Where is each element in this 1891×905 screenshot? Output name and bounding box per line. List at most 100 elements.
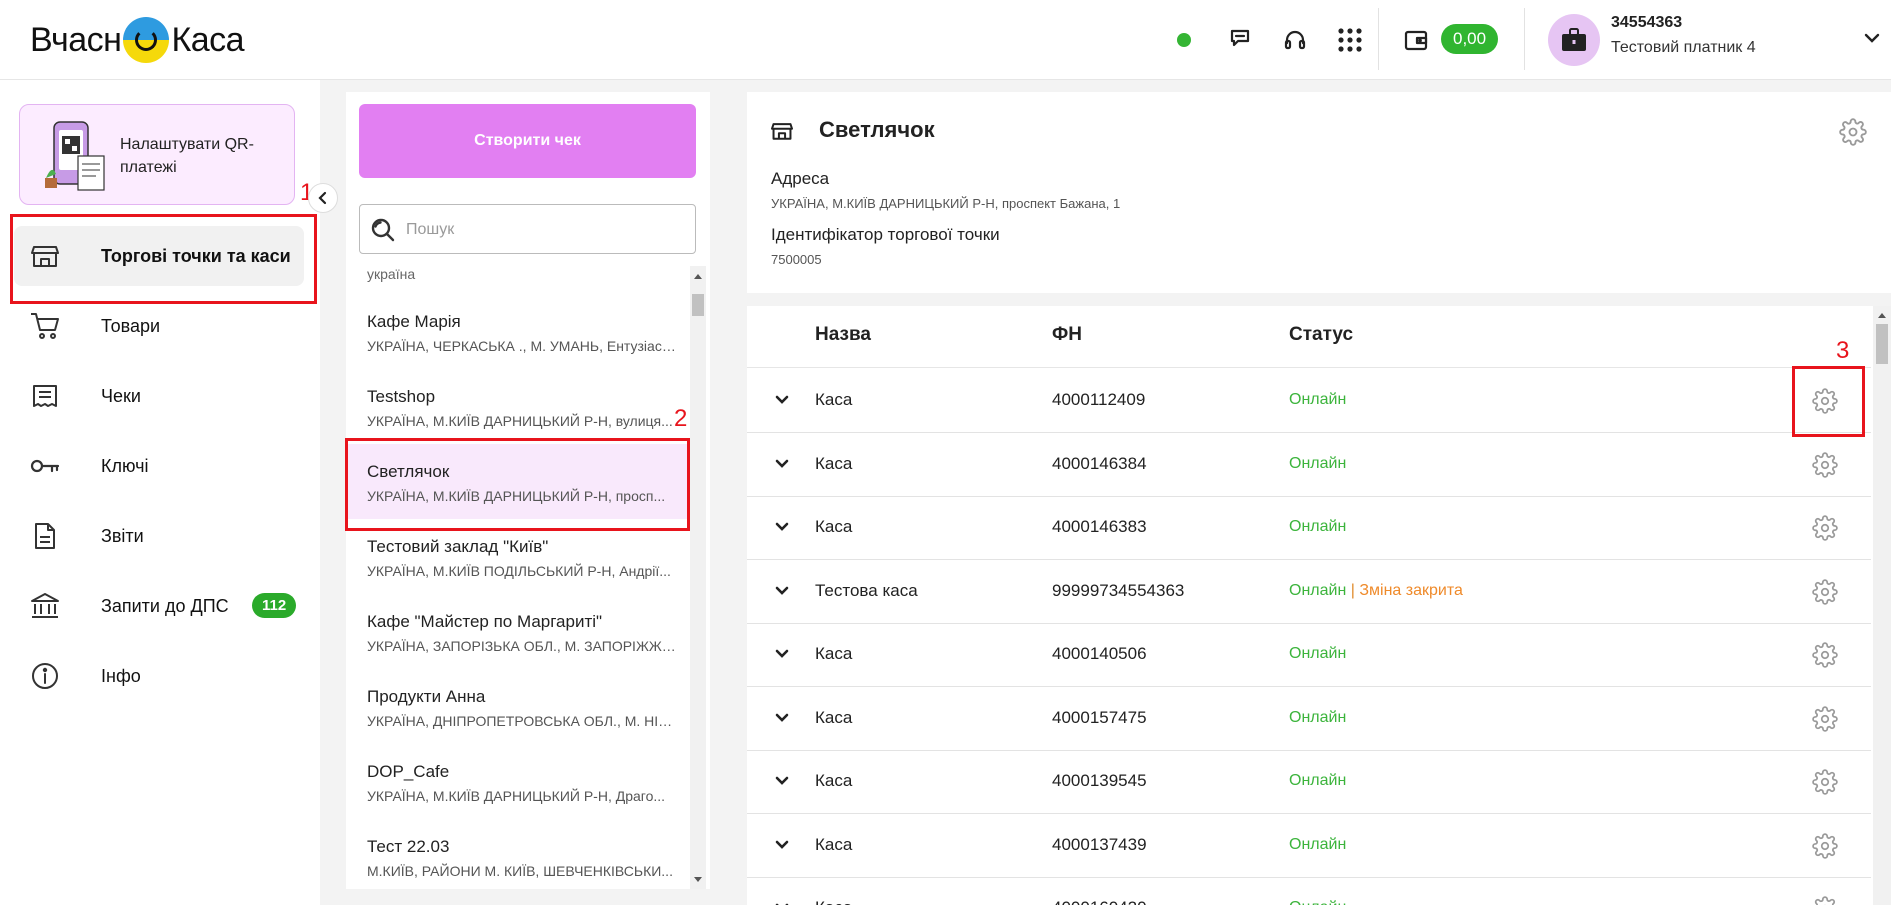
balance-badge[interactable]: 0,00	[1441, 24, 1499, 54]
table-row[interactable]: Каса 4000157475 Онлайн	[747, 687, 1871, 751]
list-item[interactable]: Тест 22.03 М.КИЇВ, РАЙОНИ М. КИЇВ, ШЕВЧЕ…	[346, 819, 689, 889]
sidebar-item-label: Ключі	[101, 455, 149, 476]
table-row[interactable]: Каса 4000137439 Онлайн	[747, 814, 1871, 878]
support-headset-icon[interactable]	[1277, 22, 1313, 58]
chevron-down-icon[interactable]	[773, 709, 791, 727]
scrollbar-thumb[interactable]	[1876, 324, 1888, 364]
create-receipt-button[interactable]: Створити чек	[359, 104, 696, 178]
scroll-up-icon[interactable]	[693, 272, 703, 280]
register-settings-gear-icon[interactable]	[1812, 578, 1838, 605]
app-logo[interactable]: Вчасн Каса	[30, 14, 245, 66]
stores-list: україна Кафе Марія УКРАЇНА, ЧЕРКАСЬКА .,…	[346, 266, 710, 889]
qr-phone-illustration-icon	[45, 121, 105, 191]
sidebar-item-reports[interactable]: Звіти	[14, 506, 304, 566]
list-item[interactable]: Кафе Марія УКРАЇНА, ЧЕРКАСЬКА ., М. УМАН…	[346, 294, 689, 369]
register-status: Онлайн	[1289, 899, 1346, 905]
avatar[interactable]	[1548, 14, 1600, 66]
sidebar-item-info[interactable]: Інфо	[14, 646, 304, 706]
register-settings-gear-icon[interactable]	[1812, 642, 1838, 668]
list-item[interactable]: Testshop УКРАЇНА, М.КИЇВ ДАРНИЦЬКИЙ Р-Н,…	[346, 369, 689, 444]
register-settings-gear-icon[interactable]	[1812, 705, 1838, 732]
chevron-down-icon[interactable]	[773, 582, 791, 600]
status-online: Онлайн	[1289, 391, 1347, 408]
register-status: Онлайн	[1289, 455, 1346, 473]
status-separator: |	[1346, 581, 1360, 599]
store-name: Тестовий заклад "Київ"	[367, 537, 549, 556]
sidebar-item-products[interactable]: Товари	[14, 296, 304, 356]
column-header-status[interactable]: Статус	[1289, 324, 1353, 346]
table-row[interactable]: Каса 4000139545 Онлайн	[747, 750, 1871, 814]
list-item[interactable]: Кафе "Майстер по Маргариті" УКРАЇНА, ЗАП…	[346, 594, 689, 669]
search-field	[359, 204, 696, 254]
search-input[interactable]	[406, 217, 676, 243]
store-address: УКРАЇНА, М.КИЇВ ДАРНИЦЬКИЙ Р-Н, вулиця..…	[367, 413, 673, 429]
store-id-label: Ідентифікатор торгової точки	[771, 225, 1000, 244]
status-online: Онлайн	[1289, 708, 1347, 726]
table-row[interactable]: Каса 4000140506 Онлайн	[747, 623, 1871, 687]
sidebar-item-label: Інфо	[101, 665, 141, 686]
store-details-card: Светлячок Адреса УКРАЇНА, М.КИЇВ ДАРНИЦЬ…	[747, 92, 1891, 293]
sidebar-item-label: Чеки	[101, 385, 141, 406]
register-settings-gear-icon[interactable]	[1812, 515, 1838, 541]
wallet-icon[interactable]	[1398, 22, 1434, 58]
store-address: М.КИЇВ, РАЙОНИ М. КИЇВ, ШЕВЧЕНКІВСЬКИ...	[367, 863, 673, 879]
annotation-number: 2	[674, 405, 688, 432]
register-status: Онлайн	[1289, 772, 1346, 790]
column-header-name[interactable]: Назва	[815, 324, 871, 346]
table-row[interactable]: Каса 4000112409 Онлайн	[747, 369, 1871, 433]
chevron-down-icon[interactable]	[773, 899, 791, 905]
feedback-icon[interactable]	[1222, 22, 1258, 58]
chevron-down-icon[interactable]	[773, 836, 791, 854]
list-item[interactable]: DOP_Cafe УКРАЇНА, М.КИЇВ ДАРНИЦЬКИЙ Р-Н,…	[346, 744, 689, 819]
annotation-number: 3	[1836, 337, 1850, 364]
app-header: Вчасн Каса 0,00 34554363 Тестовий платни…	[0, 0, 1891, 80]
store-id-value: 7500005	[771, 252, 822, 267]
store-address: УКРАЇНА, ЧЕРКАСЬКА ., М. УМАНЬ, Ентузіас…	[367, 338, 677, 354]
register-fn: 4000112409	[1052, 390, 1146, 409]
status-online: Онлайн	[1289, 899, 1346, 905]
chevron-down-icon[interactable]	[773, 391, 791, 409]
register-settings-gear-icon[interactable]	[1812, 832, 1838, 859]
column-header-fn[interactable]: ФН	[1052, 324, 1082, 346]
list-item[interactable]: Продукти Анна УКРАЇНА, ДНІПРОПЕТРОВСЬКА …	[346, 669, 689, 744]
chevron-down-icon[interactable]	[773, 645, 791, 663]
store-address: УКРАЇНА, ЗАПОРІЗЬКА ОБЛ., М. ЗАПОРІЖЖЯ..…	[367, 638, 677, 654]
sidebar-item-tax-requests[interactable]: Запити до ДПС 112	[14, 576, 304, 636]
register-settings-gear-icon[interactable]	[1812, 451, 1838, 478]
key-icon	[30, 452, 60, 480]
register-fn: 4000157475	[1052, 707, 1147, 727]
apps-grid-icon[interactable]	[1332, 22, 1368, 58]
register-settings-gear-icon[interactable]	[1812, 896, 1838, 905]
register-settings-gear-icon[interactable]	[1812, 769, 1838, 795]
chevron-down-icon[interactable]	[773, 772, 791, 790]
table-row[interactable]: Тестова каса 99999734554363 Онлайн | Зміна…	[747, 560, 1871, 624]
store-settings-gear-icon[interactable]	[1839, 118, 1867, 146]
chevron-down-icon[interactable]	[773, 518, 791, 536]
chevron-down-icon[interactable]	[1862, 28, 1882, 53]
scroll-down-icon[interactable]	[693, 876, 703, 884]
qr-payments-card[interactable]: Налаштувати QR-платежі	[19, 104, 295, 205]
table-row[interactable]: Каса 4000146384 Онлайн	[747, 433, 1871, 497]
chevron-down-icon[interactable]	[773, 455, 791, 473]
collapse-sidebar-button[interactable]	[308, 183, 338, 213]
scroll-up-icon[interactable]	[1877, 311, 1887, 319]
register-status: Онлайн	[1289, 836, 1346, 854]
sidebar-item-receipts[interactable]: Чеки	[14, 366, 304, 426]
register-name: Каса	[815, 834, 853, 854]
register-name: Каса	[815, 771, 853, 790]
store-address: УКРАЇНА, М.КИЇВ ПОДІЛЬСЬКИЙ Р-Н, Андрії.…	[367, 563, 671, 579]
store-address: УКРАЇНА, М.КИЇВ ДАРНИЦЬКИЙ Р-Н, Драго...	[367, 788, 666, 804]
status-online: Онлайн	[1289, 581, 1347, 599]
status-online: Онлайн	[1289, 645, 1347, 662]
scrollbar-thumb[interactable]	[692, 294, 704, 316]
sidebar-item-keys[interactable]: Ключі	[14, 436, 304, 496]
cart-icon	[30, 312, 60, 340]
register-name: Каса	[815, 707, 853, 727]
table-scrollbar[interactable]	[1873, 306, 1891, 905]
table-row[interactable]: Каса 4000160420 Онлайн	[747, 877, 1871, 905]
table-row[interactable]: Каса 4000146383 Онлайн	[747, 496, 1871, 560]
list-scrollbar[interactable]	[690, 266, 706, 889]
store-icon	[771, 123, 793, 140]
register-fn: 4000137439	[1052, 834, 1147, 854]
qr-card-label: Налаштувати QR-платежі	[120, 136, 254, 176]
